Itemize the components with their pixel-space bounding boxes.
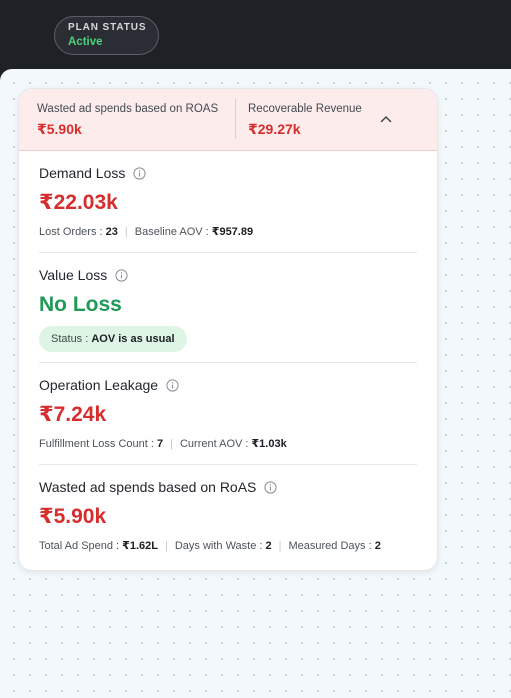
value-loss-value: No Loss: [39, 293, 122, 316]
demand-loss-title-row: Demand Loss: [39, 164, 417, 182]
wasted-ad-spend-title: Wasted ad spends based on RoAS: [39, 479, 257, 495]
fulfillment-loss-label: Fulfillment Loss Count :: [39, 438, 157, 450]
wasted-ad-spend-amount: ₹5.90k: [39, 505, 107, 528]
baseline-aov-value: ₹957.89: [211, 226, 254, 238]
operation-leakage-section: Operation Leakage ₹7.24k Fulfillment Los…: [39, 376, 417, 451]
status-badge: Status : AOV is as usual: [39, 326, 187, 352]
info-icon[interactable]: [166, 378, 179, 392]
meta-separator: |: [170, 438, 173, 450]
current-aov-value: ₹1.03k: [251, 438, 287, 450]
demand-loss-title: Demand Loss: [39, 165, 126, 181]
value-loss-title: Value Loss: [39, 267, 108, 283]
top-bar: PLAN STATUS Active: [0, 0, 511, 80]
chevron-up-icon: [380, 116, 392, 123]
meta-separator: |: [164, 540, 168, 552]
plan-status-badge[interactable]: PLAN STATUS Active: [54, 16, 159, 55]
section-divider: [39, 362, 417, 363]
days-with-waste-label: Days with Waste :: [174, 540, 266, 552]
operation-leakage-title: Operation Leakage: [39, 377, 159, 393]
section-divider: [39, 464, 417, 465]
meta-separator: |: [124, 226, 128, 238]
revenue-loss-card: Wasted ad spends based on ROAS ₹5.90k Re…: [18, 88, 438, 571]
wasted-ad-spend-summary: Wasted ad spends based on ROAS ₹5.90k: [37, 102, 218, 138]
collapse-button[interactable]: [377, 110, 395, 128]
info-icon[interactable]: [133, 166, 146, 180]
card-header[interactable]: Wasted ad spends based on ROAS ₹5.90k Re…: [19, 89, 437, 151]
total-ad-spend-label: Total Ad Spend :: [39, 540, 123, 552]
operation-leakage-meta: Fulfillment Loss Count : 7 | Current AOV :…: [39, 437, 417, 451]
baseline-aov-label: Baseline AOV :: [134, 226, 212, 238]
recoverable-revenue-label: Recoverable Revenue: [248, 103, 362, 115]
info-icon[interactable]: [264, 480, 278, 494]
plan-status-label: PLAN STATUS: [68, 22, 147, 33]
measured-days-value: 2: [374, 540, 381, 552]
demand-loss-meta: Lost Orders : 23 | Baseline AOV : ₹957.89: [39, 225, 417, 239]
wasted-ad-spend-section: Wasted ad spends based on RoAS ₹5.90k To…: [39, 478, 417, 553]
meta-separator: |: [278, 540, 282, 552]
total-ad-spend-value: ₹1.62L: [122, 540, 158, 552]
header-divider: [235, 99, 236, 139]
recoverable-revenue-summary: Recoverable Revenue ₹29.27k: [248, 102, 362, 138]
info-icon[interactable]: [115, 268, 128, 282]
fulfillment-loss-value: 7: [157, 438, 164, 450]
value-loss-section: Value Loss No Loss Status : AOV is as us…: [39, 266, 417, 352]
lost-orders-value: 23: [105, 226, 118, 238]
demand-loss-value: ₹22.03k: [39, 191, 118, 214]
status-label: Status :: [51, 333, 92, 345]
wasted-ad-spend-meta: Total Ad Spend : ₹1.62L | Days with Waste …: [39, 539, 417, 553]
demand-loss-section: Demand Loss ₹22.03k Lost Orders : 23 | Bas…: [39, 164, 417, 239]
status-value: AOV is as usual: [91, 333, 175, 345]
section-divider: [39, 252, 417, 253]
days-with-waste-value: 2: [265, 540, 272, 552]
current-aov-label: Current AOV :: [179, 438, 252, 450]
lost-orders-label: Lost Orders :: [39, 226, 106, 238]
wasted-ad-spend-title-row: Wasted ad spends based on RoAS: [39, 478, 417, 496]
wasted-ad-spend-label: Wasted ad spends based on ROAS: [37, 103, 219, 115]
plan-status-value: Active: [68, 36, 103, 48]
measured-days-label: Measured Days :: [288, 540, 375, 552]
recoverable-revenue-value: ₹29.27k: [248, 121, 301, 137]
operation-leakage-value: ₹7.24k: [39, 403, 107, 426]
operation-leakage-title-row: Operation Leakage: [39, 376, 417, 394]
value-loss-title-row: Value Loss: [39, 266, 417, 284]
wasted-ad-spend-value: ₹5.90k: [37, 121, 82, 137]
